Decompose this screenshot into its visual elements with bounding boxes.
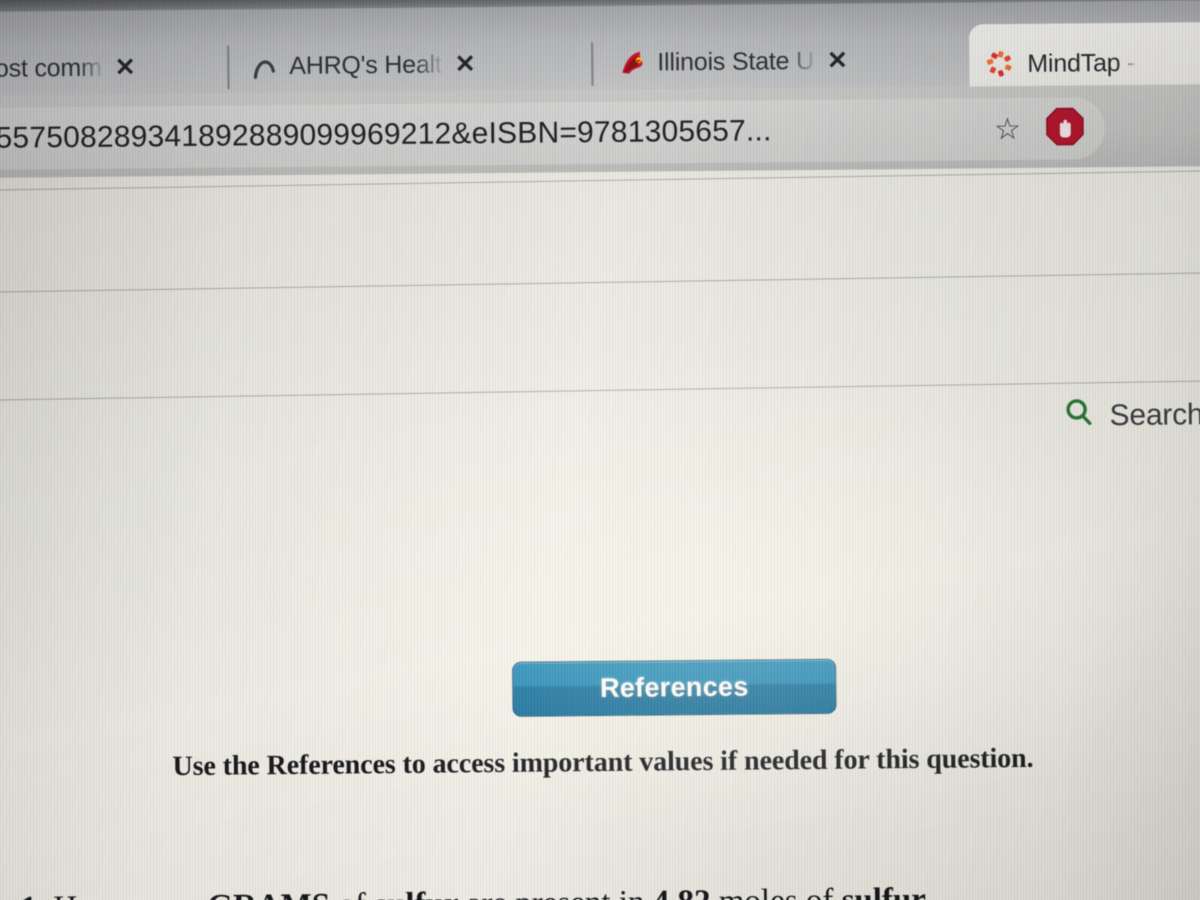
- webpage-content: Search t References Use the References t…: [0, 166, 1200, 900]
- references-button[interactable]: References: [512, 658, 837, 717]
- page-divider: [0, 272, 1200, 293]
- references-button-label: References: [599, 671, 749, 704]
- tab-separator: [591, 42, 594, 87]
- address-bar[interactable]: d=557508289341892889099969212&eISBN=9781…: [0, 97, 1106, 171]
- browser-window: most comm ✕ AHRQ's Healt ✕ Illinois Stat…: [0, 0, 1200, 900]
- page-divider: [0, 379, 1200, 401]
- photographed-screen: most comm ✕ AHRQ's Healt ✕ Illinois Stat…: [0, 0, 1200, 900]
- search-magnifier-icon[interactable]: [1061, 395, 1097, 436]
- tab-title: most comm: [0, 53, 102, 83]
- url-text[interactable]: d=557508289341892889099969212&eISBN=9781…: [0, 112, 980, 156]
- tab-close-icon[interactable]: ✕: [451, 50, 480, 79]
- tab-title: AHRQ's Healt: [289, 50, 442, 80]
- tab-separator: [227, 45, 230, 90]
- tab-close-icon[interactable]: ✕: [111, 53, 140, 82]
- search-label: Search t: [1109, 397, 1200, 432]
- illinois-state-redbird-icon: [618, 48, 648, 78]
- question-number: 1.: [20, 890, 45, 900]
- tab-strip: most comm ✕ AHRQ's Healt ✕ Illinois Stat…: [0, 0, 1200, 105]
- ahrq-arc-icon: [250, 51, 280, 81]
- search-the-document[interactable]: Search t: [1061, 394, 1200, 437]
- mindtap-burst-icon: [985, 49, 1015, 79]
- instruction-text: Use the References to access important v…: [172, 742, 1034, 783]
- tab-title: Illinois State U: [657, 46, 814, 76]
- question-block: 1. How many GRAMS of sulfur are present …: [20, 878, 1181, 900]
- tab-title: MindTap -: [1027, 48, 1136, 78]
- tab-close-icon[interactable]: ✕: [823, 46, 852, 75]
- question-line-1-text: How many GRAMS of sulfur are present in …: [53, 882, 926, 900]
- question-line-1: 1. How many GRAMS of sulfur are present …: [20, 878, 1180, 900]
- adblock-stop-hand-icon[interactable]: [1043, 104, 1087, 153]
- bookmark-star-icon[interactable]: ☆: [994, 111, 1021, 146]
